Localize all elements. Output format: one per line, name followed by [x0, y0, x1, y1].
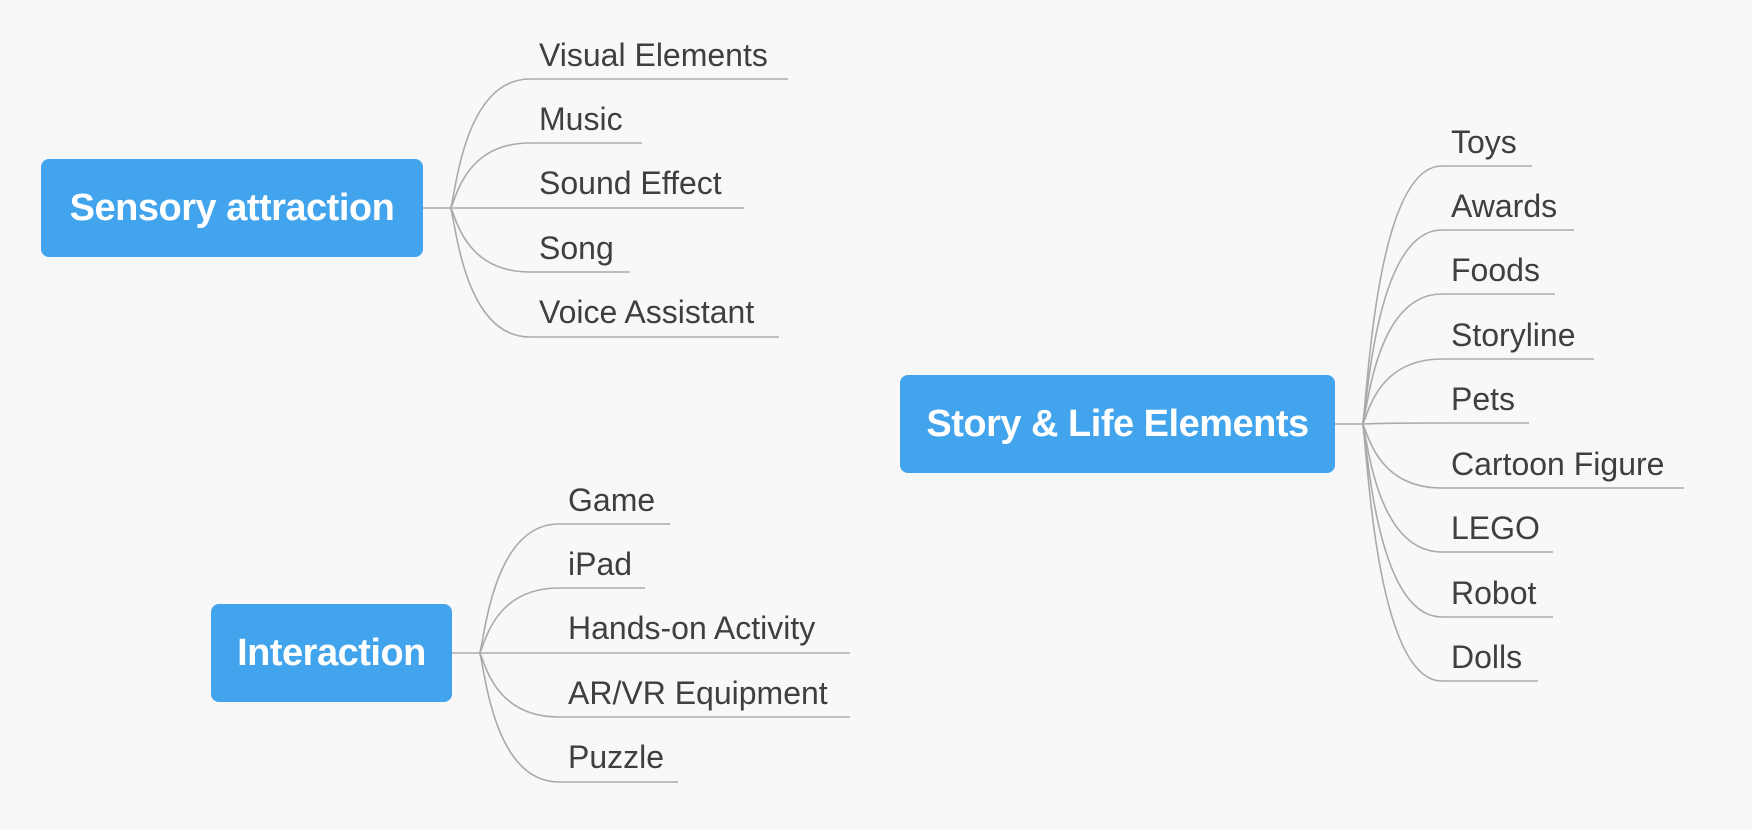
leaf-puzzle[interactable]: Puzzle	[568, 741, 664, 773]
leaf-hands-on-activity[interactable]: Hands-on Activity	[568, 612, 815, 644]
topic-interaction[interactable]: Interaction	[211, 604, 452, 702]
leaf-pets[interactable]: Pets	[1451, 383, 1515, 415]
leaf-song[interactable]: Song	[539, 232, 614, 264]
leaf-toys[interactable]: Toys	[1451, 126, 1517, 158]
leaf-visual-elements[interactable]: Visual Elements	[539, 39, 768, 71]
leaf-robot[interactable]: Robot	[1451, 577, 1536, 609]
leaf-music[interactable]: Music	[539, 103, 623, 135]
leaf-ar-vr-equipment[interactable]: AR/VR Equipment	[568, 677, 828, 709]
leaf-dolls[interactable]: Dolls	[1451, 641, 1522, 673]
leaf-awards[interactable]: Awards	[1451, 190, 1557, 222]
leaf-storyline[interactable]: Storyline	[1451, 319, 1576, 351]
story-connector-line	[1361, 422, 1529, 425]
leaf-foods[interactable]: Foods	[1451, 254, 1540, 286]
leaf-ipad[interactable]: iPad	[568, 548, 632, 580]
leaf-voice-assistant[interactable]: Voice Assistant	[539, 296, 754, 328]
topic-sensory-attraction[interactable]: Sensory attraction	[41, 159, 423, 257]
leaf-game[interactable]: Game	[568, 484, 655, 516]
leaf-cartoon-figure[interactable]: Cartoon Figure	[1451, 448, 1664, 480]
leaf-sound-effect[interactable]: Sound Effect	[539, 167, 722, 199]
leaf-lego[interactable]: LEGO	[1451, 512, 1540, 544]
topic-story-life-elements[interactable]: Story & Life Elements	[900, 375, 1335, 473]
